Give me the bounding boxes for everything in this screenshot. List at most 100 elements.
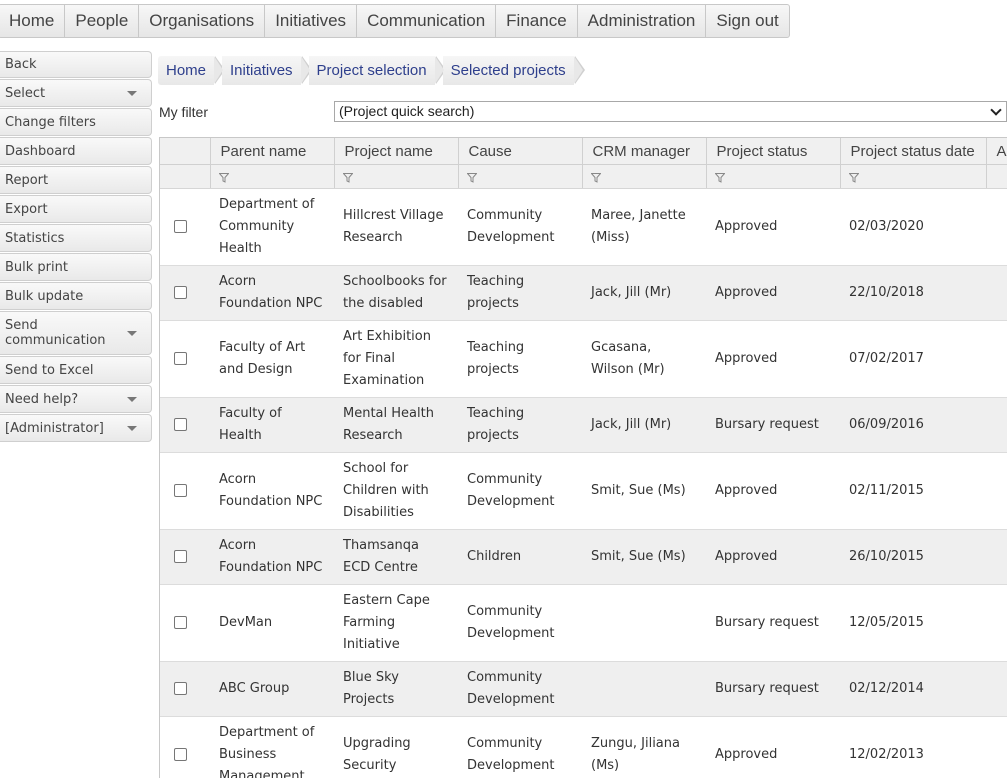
table-cell: Acorn Foundation NPC [210, 266, 334, 321]
table-cell: Acorn Foundation NPC [210, 453, 334, 530]
table-cell: 06/09/2016 [840, 398, 986, 453]
sidebar-item-select[interactable]: Select [0, 79, 152, 107]
table-cell: Art Exhibition for Final Examination [334, 321, 458, 398]
table-row[interactable]: ABC GroupBlue Sky ProjectsCommunity Deve… [160, 662, 1007, 717]
column-header[interactable]: Parent name [210, 138, 334, 165]
projects-table: Parent nameProject nameCauseCRM managerP… [160, 138, 1007, 778]
row-checkbox[interactable] [174, 352, 187, 365]
row-checkbox[interactable] [174, 550, 187, 563]
sidebar-item-bulk-update[interactable]: Bulk update [0, 282, 152, 310]
sidebar-item-label: [Administrator] [5, 421, 104, 436]
sidebar-item-need-help[interactable]: Need help? [0, 385, 152, 413]
table-cell: Schoolbooks for the disabled [334, 266, 458, 321]
table-cell: Approved [706, 530, 840, 585]
table-row[interactable]: Faculty of Art and DesignArt Exhibition … [160, 321, 1007, 398]
sidebar-item-dashboard[interactable]: Dashboard [0, 137, 152, 165]
row-checkbox[interactable] [174, 748, 187, 761]
chevron-down-icon [127, 397, 137, 402]
table-cell [986, 662, 1007, 717]
table-row[interactable]: Acorn Foundation NPCSchoolbooks for the … [160, 266, 1007, 321]
column-header[interactable]: Project status date [840, 138, 986, 165]
table-cell: ABC Group [210, 662, 334, 717]
table-cell: Community Development [458, 662, 582, 717]
sidebar-item-send-to-excel[interactable]: Send to Excel [0, 356, 152, 384]
table-cell: Approved [706, 717, 840, 778]
table-row[interactable]: Department of Business ManagementUpgradi… [160, 717, 1007, 778]
sidebar-item-label: Export [5, 202, 48, 217]
table-cell: Approved [706, 189, 840, 266]
table-cell: DevMan [210, 585, 334, 662]
table-cell: Smit, Sue (Ms) [582, 530, 706, 585]
row-checkbox[interactable] [174, 682, 187, 695]
breadcrumb-item-initiatives[interactable]: Initiatives [222, 56, 301, 85]
row-checkbox[interactable] [174, 418, 187, 431]
column-header[interactable]: Project name [334, 138, 458, 165]
filter-icon[interactable] [849, 173, 859, 183]
filter-cell [986, 165, 1007, 189]
table-cell [986, 585, 1007, 662]
sidebar-item-back[interactable]: Back [0, 51, 152, 78]
table-row[interactable]: Department of Community HealthHillcrest … [160, 189, 1007, 266]
table-cell: 12/02/2013 [840, 717, 986, 778]
top-nav: HomePeopleOrganisationsInitiativesCommun… [0, 4, 790, 38]
table-cell: Zungu, Jiliana (Ms) [582, 717, 706, 778]
breadcrumb-item-selected-projects[interactable]: Selected projects [443, 56, 574, 85]
table-cell: 22/10/2018 [840, 266, 986, 321]
table-cell: 07/02/2017 [840, 321, 986, 398]
table-cell: Thamsanqa ECD Centre [334, 530, 458, 585]
row-checkbox[interactable] [174, 484, 187, 497]
sidebar-item-send-communication[interactable]: Send communication [0, 311, 152, 355]
table-row[interactable]: Acorn Foundation NPCSchool for Children … [160, 453, 1007, 530]
table-cell [986, 189, 1007, 266]
breadcrumb-item-project-selection[interactable]: Project selection [309, 56, 435, 85]
nav-item-home[interactable]: Home [0, 5, 65, 37]
table-cell: Gcasana, Wilson (Mr) [582, 321, 706, 398]
filter-icon[interactable] [467, 173, 477, 183]
row-select-cell [160, 189, 210, 266]
nav-item-initiatives[interactable]: Initiatives [265, 5, 357, 37]
filter-cell [334, 165, 458, 189]
sidebar-item-label: Statistics [5, 231, 64, 246]
row-checkbox[interactable] [174, 220, 187, 233]
table-row[interactable]: Faculty of HealthMental Health ResearchT… [160, 398, 1007, 453]
filter-icon[interactable] [343, 173, 353, 183]
table-cell: Approved [706, 266, 840, 321]
nav-item-people[interactable]: People [65, 5, 139, 37]
table-cell: Bursary request [706, 662, 840, 717]
breadcrumb-item-home[interactable]: Home [158, 56, 214, 85]
table-cell: Teaching projects [458, 398, 582, 453]
table-cell: Smit, Sue (Ms) [582, 453, 706, 530]
column-header[interactable]: A [986, 138, 1007, 165]
table-cell [986, 321, 1007, 398]
column-header[interactable]: Cause [458, 138, 582, 165]
filter-icon[interactable] [219, 173, 229, 183]
nav-item-organisations[interactable]: Organisations [139, 5, 265, 37]
sidebar-item-statistics[interactable]: Statistics [0, 224, 152, 252]
sidebar-item-administrator[interactable]: [Administrator] [0, 414, 152, 442]
row-checkbox[interactable] [174, 616, 187, 629]
sidebar-item-export[interactable]: Export [0, 195, 152, 223]
nav-item-finance[interactable]: Finance [496, 5, 577, 37]
row-select-cell [160, 717, 210, 778]
row-checkbox[interactable] [174, 286, 187, 299]
table-cell: Approved [706, 321, 840, 398]
sidebar-item-label: Bulk print [5, 260, 68, 275]
sidebar-item-bulk-print[interactable]: Bulk print [0, 253, 152, 281]
nav-item-sign-out[interactable]: Sign out [706, 5, 788, 37]
chevron-down-icon [990, 104, 1001, 115]
table-cell: Department of Business Management [210, 717, 334, 778]
row-select-cell [160, 662, 210, 717]
table-cell: Faculty of Health [210, 398, 334, 453]
column-header[interactable]: Project status [706, 138, 840, 165]
filter-icon[interactable] [591, 173, 601, 183]
filter-icon[interactable] [715, 173, 725, 183]
filter-select[interactable]: (Project quick search) [334, 101, 1007, 122]
sidebar-item-report[interactable]: Report [0, 166, 152, 194]
table-row[interactable]: Acorn Foundation NPCThamsanqa ECD Centre… [160, 530, 1007, 585]
nav-item-administration[interactable]: Administration [578, 5, 707, 37]
table-row[interactable]: DevManEastern Cape Farming InitiativeCom… [160, 585, 1007, 662]
table-header-row: Parent nameProject nameCauseCRM managerP… [160, 138, 1007, 165]
column-header[interactable]: CRM manager [582, 138, 706, 165]
sidebar-item-change-filters[interactable]: Change filters [0, 108, 152, 136]
nav-item-communication[interactable]: Communication [357, 5, 496, 37]
